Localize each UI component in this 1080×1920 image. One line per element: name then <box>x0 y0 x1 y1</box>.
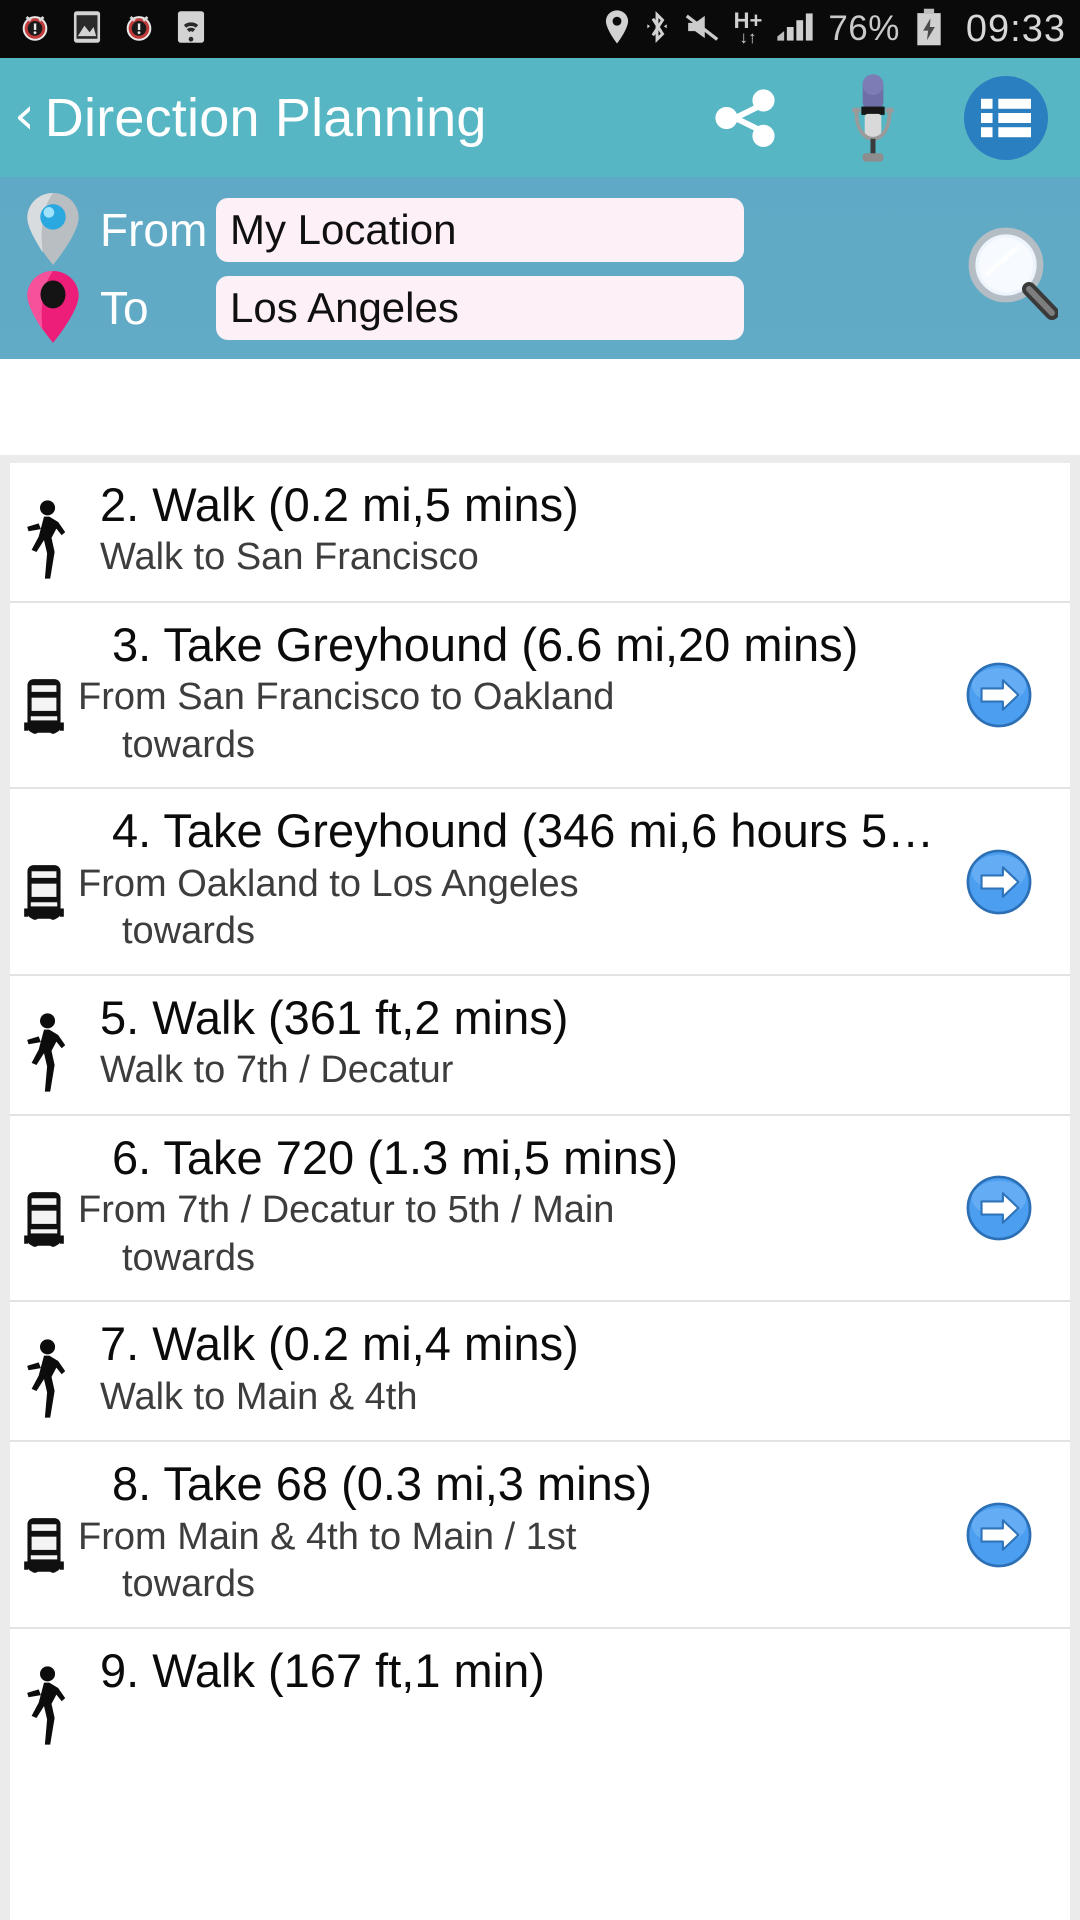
alarm-icon <box>18 10 52 49</box>
step-subtitle-main: From San Francisco to Oakland <box>78 676 615 719</box>
status-bar-left-icons <box>18 10 206 49</box>
bluetooth-icon <box>644 9 670 50</box>
step-row[interactable]: 4. Take Greyhound (346 mi,6 hours 5… From… <box>10 789 1070 976</box>
alarm-icon <box>122 10 156 49</box>
battery-charging-icon <box>914 8 944 51</box>
step-body: 7. Walk (0.2 mi,4 mins) Walk to Main & 4t… <box>78 1316 1070 1421</box>
step-subtitle-main: Walk to San Francisco <box>100 536 479 579</box>
step-subtitle: From 7th / Decatur to 5th / Main towards <box>78 1187 950 1282</box>
step-body: 3. Take Greyhound (6.6 mi,20 mins) From S… <box>78 617 1070 769</box>
step-body: 8. Take 68 (0.3 mi,3 mins) From Main & 4t… <box>78 1456 1070 1608</box>
step-body: 5. Walk (361 ft,2 mins) Walk to 7th / Dec… <box>78 990 1070 1095</box>
header-actions <box>708 70 1080 166</box>
step-subtitle: Walk to 7th / Decatur <box>78 1047 950 1095</box>
step-subtitle-main: Walk to 7th / Decatur <box>100 1049 454 1092</box>
step-subtitle-main: From Main & 4th to Main / 1st <box>78 1515 577 1558</box>
step-detail-arrow-icon[interactable] <box>966 849 1032 915</box>
mute-icon <box>684 11 720 48</box>
step-row[interactable]: 9. Walk (167 ft,1 min) <box>10 1629 1070 1767</box>
status-bar-right-icons: H+ ↓↑ 76% 09:33 <box>604 8 1066 51</box>
step-title: 7. Walk (0.2 mi,4 mins) <box>100 1317 579 1371</box>
step-row[interactable]: 7. Walk (0.2 mi,4 mins) Walk to Main & 4t… <box>10 1302 1070 1443</box>
step-row[interactable]: 8. Take 68 (0.3 mi,3 mins) From Main & 4t… <box>10 1442 1070 1629</box>
step-title: 2. Walk (0.2 mi,5 mins) <box>100 478 579 531</box>
step-subtitle: Walk to San Francisco <box>78 534 950 582</box>
walk-icon <box>10 990 78 1096</box>
data-arrows-icon: ↓↑ <box>739 28 757 48</box>
step-row[interactable]: 3. Take Greyhound (6.6 mi,20 mins) From S… <box>10 603 1070 790</box>
app-header: ‹ Direction Planning <box>0 58 1080 177</box>
step-title: 9. Walk (167 ft,1 min) <box>100 1643 545 1697</box>
to-row: To Los Angeles <box>0 269 1080 347</box>
step-detail-arrow-icon[interactable] <box>966 1175 1032 1241</box>
directions-list: 2. Walk (0.2 mi,5 mins) Walk to San Franc… <box>10 463 1070 1920</box>
step-towards: towards <box>122 910 256 953</box>
wifi-icon <box>176 10 206 49</box>
step-detail-arrow-icon[interactable] <box>966 1502 1032 1568</box>
walk-icon <box>10 1643 78 1749</box>
microphone-icon[interactable] <box>846 70 900 166</box>
step-towards: towards <box>122 1236 256 1279</box>
signal-icon <box>776 11 814 48</box>
step-row[interactable]: 5. Walk (361 ft,2 mins) Walk to 7th / Dec… <box>10 976 1070 1116</box>
from-row: From My Location <box>0 191 1080 269</box>
step-body: 9. Walk (167 ft,1 min) <box>78 1643 1070 1698</box>
step-subtitle: From Main & 4th to Main / 1st towards <box>78 1514 950 1609</box>
image-icon <box>72 10 102 49</box>
route-panel: From My Location To Los Angeles <box>0 177 1080 359</box>
bus-icon <box>10 1456 78 1578</box>
step-title: 5. Walk (361 ft,2 mins) <box>100 990 569 1044</box>
share-icon[interactable] <box>708 81 782 155</box>
step-title: 6. Take 720 (1.3 mi,5 mins) <box>112 1130 678 1184</box>
bus-icon <box>10 803 78 925</box>
hplus-data-icon: H+ ↓↑ <box>734 10 763 48</box>
step-row[interactable]: 2. Walk (0.2 mi,5 mins) Walk to San Franc… <box>10 463 1070 603</box>
to-input[interactable]: Los Angeles <box>216 276 744 340</box>
bus-icon <box>10 1130 78 1252</box>
directions-list-container[interactable]: 2. Walk (0.2 mi,5 mins) Walk to San Franc… <box>0 455 1080 1920</box>
step-detail-arrow-icon[interactable] <box>966 662 1032 728</box>
status-bar-clock: 09:33 <box>965 7 1066 50</box>
magnifier-icon[interactable] <box>966 225 1059 321</box>
step-title: 3. Take Greyhound (6.6 mi,20 mins) <box>112 618 859 671</box>
walk-icon <box>10 477 78 583</box>
step-title: 4. Take Greyhound (346 mi,6 hours 5… <box>112 804 935 858</box>
step-subtitle-main: From 7th / Decatur to 5th / Main <box>78 1189 615 1232</box>
step-body: 4. Take Greyhound (346 mi,6 hours 5… From… <box>78 803 1070 955</box>
step-body: 2. Walk (0.2 mi,5 mins) Walk to San Franc… <box>78 477 1070 582</box>
page-title: Direction Planning <box>44 87 487 148</box>
from-input[interactable]: My Location <box>216 198 744 262</box>
step-subtitle-main: Walk to Main & 4th <box>100 1375 418 1418</box>
step-towards: towards <box>122 1563 256 1606</box>
step-body: 6. Take 720 (1.3 mi,5 mins) From 7th / De… <box>78 1130 1070 1282</box>
location-icon <box>604 9 630 50</box>
step-title: 8. Take 68 (0.3 mi,3 mins) <box>112 1457 652 1511</box>
bus-icon <box>10 617 78 739</box>
step-subtitle: From San Francisco to Oakland towards <box>78 674 950 769</box>
step-subtitle-main: From Oakland to Los Angeles <box>78 862 579 905</box>
walk-icon <box>10 1316 78 1422</box>
from-label: From <box>100 204 208 256</box>
step-subtitle: Walk to Main & 4th <box>78 1374 950 1422</box>
app-screen: H+ ↓↑ 76% 09:33 ‹ Direction Planning Fro… <box>0 0 1080 1920</box>
back-button[interactable]: ‹ <box>14 90 35 142</box>
to-pin-icon <box>22 269 84 347</box>
step-subtitle: From Oakland to Los Angeles towards <box>78 861 950 956</box>
step-towards: towards <box>122 723 256 766</box>
status-bar: H+ ↓↑ 76% 09:33 <box>0 0 1080 58</box>
battery-percent-label: 76% <box>828 9 900 48</box>
from-pin-icon <box>22 191 84 269</box>
list-icon[interactable] <box>964 75 1048 160</box>
step-row[interactable]: 6. Take 720 (1.3 mi,5 mins) From 7th / De… <box>10 1116 1070 1303</box>
to-label: To <box>100 282 149 334</box>
